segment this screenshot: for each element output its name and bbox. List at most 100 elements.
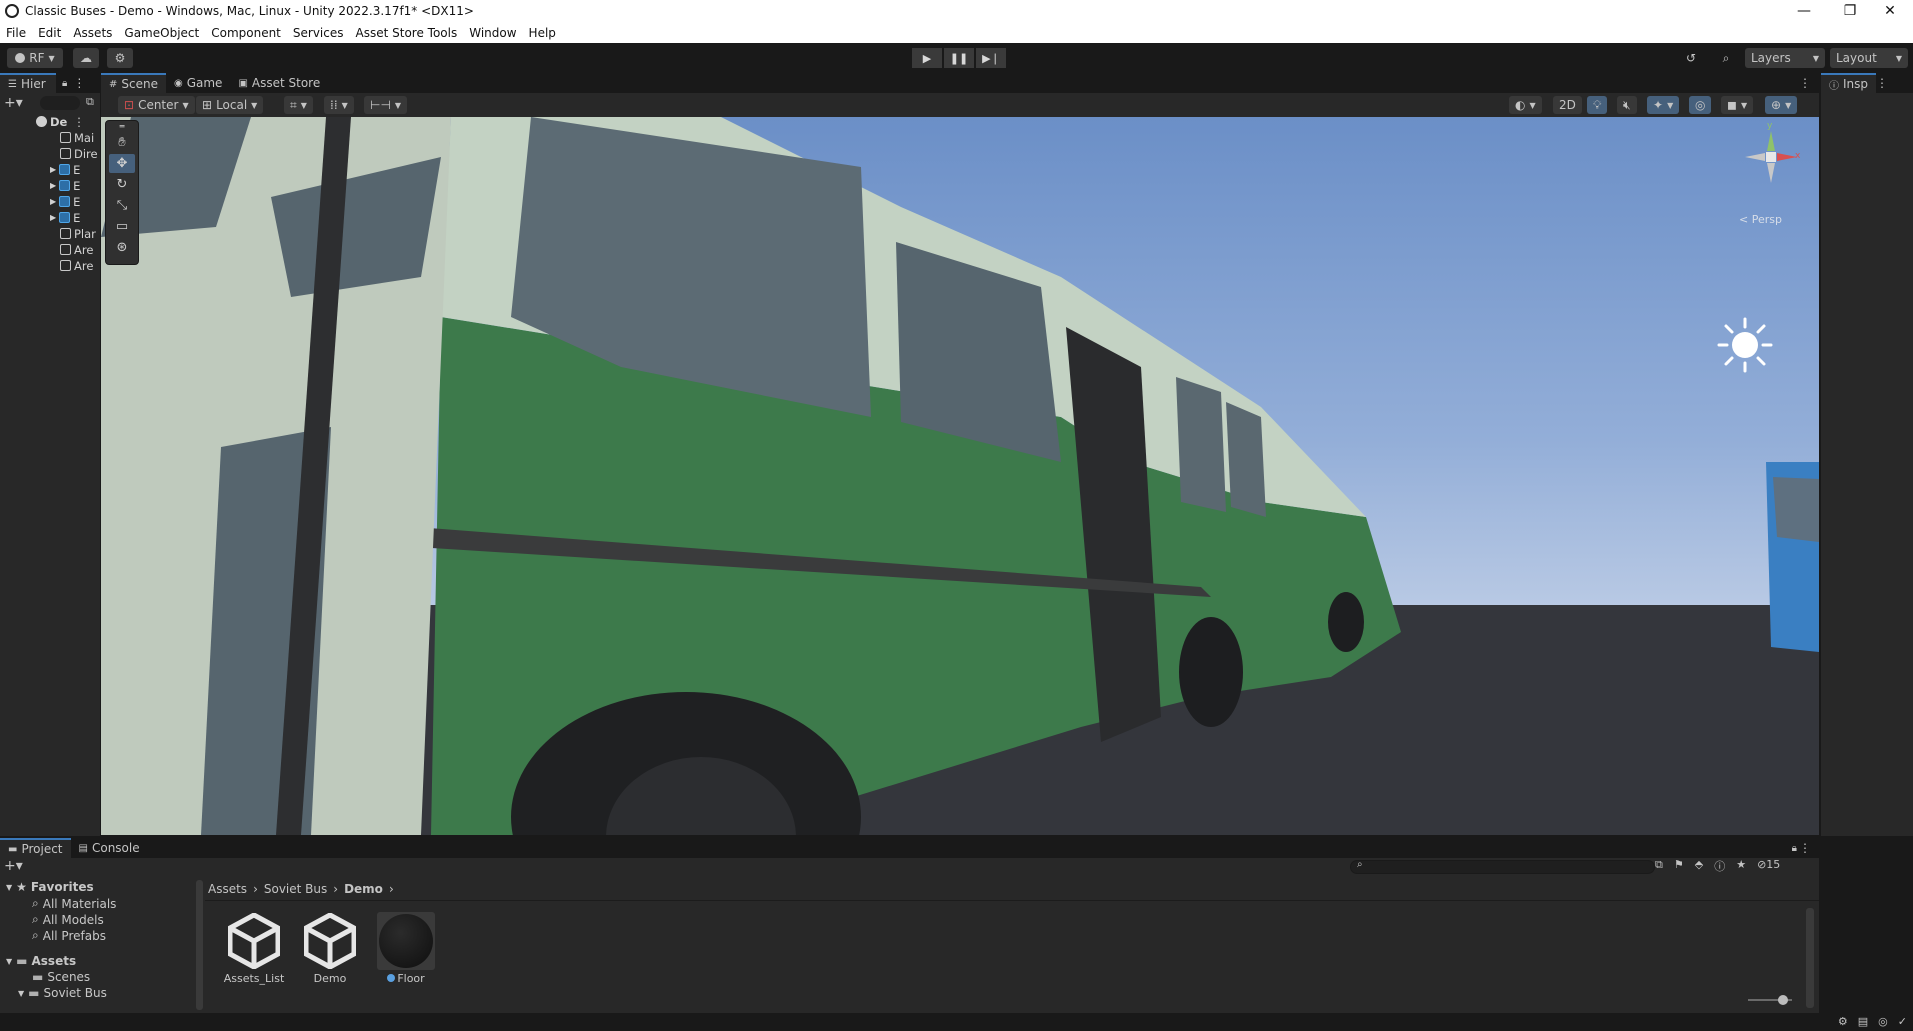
progress-icon[interactable]: ⚙: [1838, 1015, 1848, 1028]
snap-increment-button[interactable]: ⁞⁞ ▼: [324, 96, 354, 114]
layers-dropdown[interactable]: Layers ▼: [1745, 48, 1825, 68]
more-options-icon[interactable]: ⋮: [73, 76, 85, 90]
auto-generate-lighting-icon[interactable]: ◎: [1878, 1015, 1888, 1028]
close-button[interactable]: ✕: [1867, 0, 1913, 22]
folder-item[interactable]: ▬ Scenes: [32, 970, 90, 984]
hierarchy-item[interactable]: ▶ E: [50, 179, 80, 192]
rect-tool-button[interactable]: ▭: [109, 217, 135, 236]
scale-tool-button[interactable]: ⤡: [109, 196, 135, 215]
favorite-item[interactable]: ⌕ All Prefabs: [32, 928, 106, 943]
camera-settings-button[interactable]: ◼ ▼: [1721, 96, 1754, 114]
tab-game[interactable]: ◉ Game: [166, 73, 230, 93]
scene-visibility-button[interactable]: ◎: [1689, 96, 1712, 114]
folder-item[interactable]: ▼ ▬ Soviet Bus: [18, 986, 107, 1000]
menu-edit[interactable]: Edit: [32, 26, 67, 40]
rotate-tool-button[interactable]: ↻: [109, 175, 135, 194]
tools-drag-handle[interactable]: ═: [109, 121, 135, 131]
hierarchy-item[interactable]: ▶ E: [50, 163, 80, 176]
tab-inspector[interactable]: ⓘ Insp: [1821, 73, 1877, 93]
history-button[interactable]: ↺: [1679, 48, 1703, 68]
hierarchy-item[interactable]: ▶ E: [50, 211, 80, 224]
expand-arrow-icon[interactable]: ▶: [50, 165, 56, 174]
hierarchy-search-input[interactable]: [40, 96, 80, 110]
toggle-2d-button[interactable]: 2D: [1553, 96, 1582, 114]
asset-item[interactable]: Demo: [298, 912, 362, 985]
zoom-slider-handle[interactable]: [1778, 995, 1788, 1005]
menu-services[interactable]: Services: [287, 26, 350, 40]
create-asset-button[interactable]: +▾: [4, 858, 23, 874]
directional-light-icon[interactable]: [1717, 317, 1773, 373]
project-search-input[interactable]: ⌕: [1350, 859, 1655, 874]
search-by-label-icon[interactable]: ⚑: [1674, 858, 1684, 874]
hidden-packages-button[interactable]: ⊘15: [1757, 858, 1780, 874]
favorites-header[interactable]: ▼ ★ Favorites: [6, 880, 94, 894]
expand-arrow-icon[interactable]: ▶: [50, 213, 56, 222]
scene-root[interactable]: De ⋮: [36, 115, 85, 128]
hierarchy-item[interactable]: Dire: [60, 147, 98, 160]
lock-icon[interactable]: 🔒︎: [62, 78, 67, 89]
tab-project[interactable]: ▬ Project: [0, 838, 71, 858]
tag-icon[interactable]: ⬘: [1695, 858, 1703, 874]
tab-console[interactable]: ▤ Console: [71, 838, 148, 858]
expand-arrow-icon[interactable]: ▶: [50, 197, 56, 206]
grid-snap-button[interactable]: ⌗ ▼: [284, 96, 313, 114]
search-by-type-icon[interactable]: ⧉: [1655, 858, 1663, 874]
play-button[interactable]: ▶: [912, 48, 942, 68]
info-icon[interactable]: ⓘ: [1714, 858, 1725, 874]
lock-icon[interactable]: 🔒︎: [1792, 843, 1797, 854]
gizmos-button[interactable]: ⊕ ▼: [1765, 96, 1798, 114]
ruler-button[interactable]: ⊢⊣ ▼: [364, 96, 408, 114]
hierarchy-item[interactable]: ▶ E: [50, 195, 80, 208]
cache-server-icon[interactable]: ▤: [1858, 1015, 1868, 1028]
menu-gameobject[interactable]: GameObject: [118, 26, 205, 40]
account-button[interactable]: RF ▼: [7, 48, 63, 68]
menu-component[interactable]: Component: [205, 26, 287, 40]
hierarchy-item[interactable]: Are: [60, 259, 93, 272]
space-dropdown[interactable]: ⊞ Local ▼: [196, 96, 264, 114]
layout-dropdown[interactable]: Layout ▼: [1830, 48, 1908, 68]
tab-asset-store[interactable]: ▣ Asset Store: [230, 73, 328, 93]
tree-scrollbar[interactable]: [196, 880, 203, 1010]
pivot-dropdown[interactable]: ⊡ Center ▼: [118, 96, 195, 114]
assets-header[interactable]: ▼ ▬ Assets: [6, 954, 76, 968]
more-options-icon[interactable]: ⋮: [1799, 841, 1811, 855]
debug-mode-icon[interactable]: ✓: [1898, 1015, 1907, 1028]
cloud-button[interactable]: ☁: [73, 48, 99, 68]
lighting-toggle-button[interactable]: 💡︎: [1587, 96, 1608, 114]
asset-item[interactable]: Floor: [374, 912, 438, 985]
breadcrumb-item[interactable]: Demo: [344, 882, 383, 896]
add-object-button[interactable]: +▾: [4, 95, 23, 111]
more-options-icon[interactable]: ⋮: [1876, 76, 1888, 90]
more-options-icon[interactable]: ⋮: [1799, 76, 1811, 90]
expand-arrow-icon[interactable]: ▶: [50, 181, 56, 190]
menu-file[interactable]: File: [0, 26, 32, 40]
scene-visibility-icon[interactable]: ⧉: [86, 95, 94, 109]
tab-hierarchy[interactable]: ☰ Hier: [0, 73, 56, 93]
audio-toggle-button[interactable]: 🔇︎: [1617, 96, 1637, 114]
orientation-gizmo[interactable]: y x: [1741, 121, 1801, 197]
projection-label[interactable]: < Persp: [1739, 213, 1782, 226]
shading-mode-button[interactable]: ◐ ▼: [1509, 96, 1542, 114]
tab-scene[interactable]: # Scene: [101, 73, 166, 93]
menu-assets[interactable]: Assets: [67, 26, 118, 40]
pause-button[interactable]: ❚❚: [944, 48, 974, 68]
menu-asset-store-tools[interactable]: Asset Store Tools: [350, 26, 464, 40]
hierarchy-item[interactable]: Plar: [60, 227, 96, 240]
star-icon[interactable]: ★: [1736, 858, 1746, 874]
zoom-slider[interactable]: [1748, 995, 1792, 1005]
breadcrumb-item[interactable]: Assets: [208, 882, 247, 896]
step-button[interactable]: ▶❘: [976, 48, 1006, 68]
scene-viewport[interactable]: y x < Persp: [101, 117, 1819, 835]
favorite-item[interactable]: ⌕ All Materials: [32, 896, 116, 911]
search-button[interactable]: ⌕: [1714, 48, 1738, 68]
favorite-item[interactable]: ⌕ All Models: [32, 912, 104, 927]
hand-tool-button[interactable]: ✋︎: [109, 133, 135, 152]
minimize-button[interactable]: —: [1781, 0, 1827, 22]
transform-tool-button[interactable]: ⊛: [109, 238, 135, 257]
move-tool-button[interactable]: ✥: [109, 154, 135, 173]
menu-help[interactable]: Help: [523, 26, 562, 40]
menu-window[interactable]: Window: [463, 26, 522, 40]
asset-item[interactable]: Assets_List: [222, 912, 286, 985]
assets-scrollbar[interactable]: [1806, 908, 1814, 1008]
hierarchy-item[interactable]: Are: [60, 243, 93, 256]
